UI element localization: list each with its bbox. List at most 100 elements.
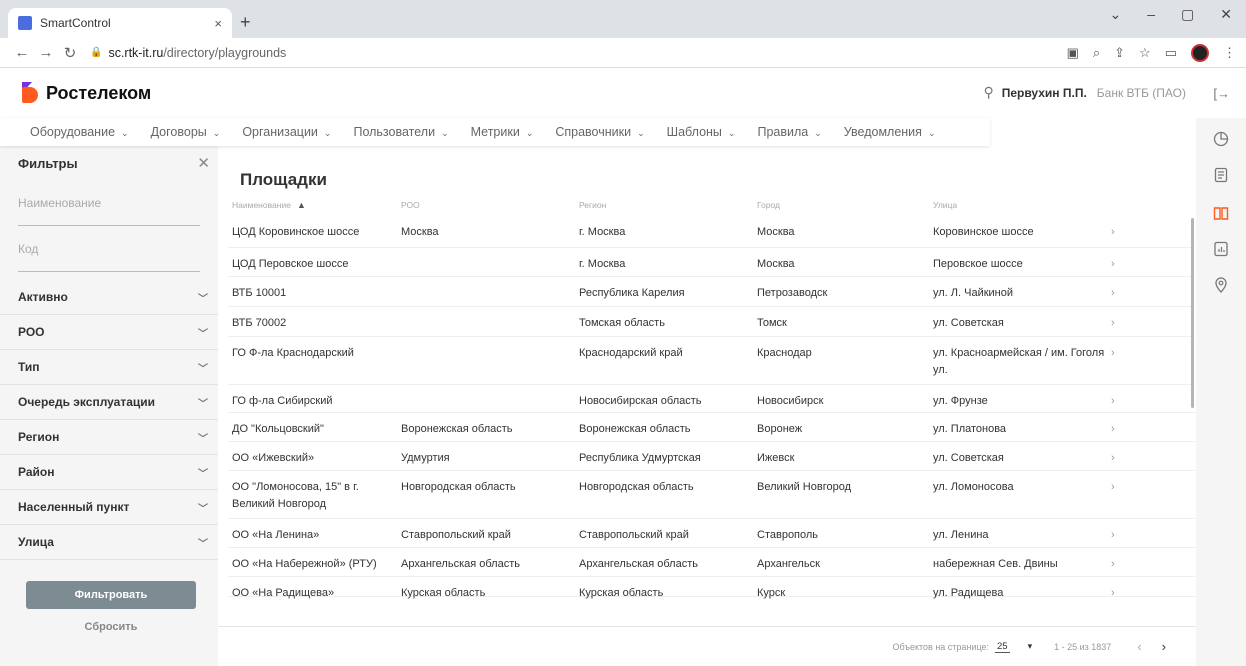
filters-title: Фильтры [18,155,78,171]
report-icon[interactable] [1212,240,1230,258]
row-open-icon[interactable]: › [1107,471,1147,518]
column-header-label: Регион [579,200,607,210]
pie-chart-icon[interactable] [1212,130,1230,148]
location-pin-icon[interactable] [1212,276,1230,294]
row-open-icon[interactable]: › [1107,413,1147,441]
row-open-icon[interactable]: › [1107,337,1147,384]
table-cell-region: Томская область [579,317,665,329]
chevron-down-icon: ﹀ [198,503,208,515]
logo[interactable]: Ростелеком [22,82,151,104]
menu-item-label: Справочники [555,125,632,139]
menu-item[interactable]: Правила ⌄ [757,125,821,139]
row-open-icon[interactable]: › [1107,307,1147,336]
tab-close-icon[interactable]: × [214,16,222,31]
zoom-icon[interactable]: ⌕ [1093,45,1100,61]
column-header[interactable]: Наименование ▲ [228,200,397,216]
menu-item[interactable]: Организации ⌄ [242,125,331,139]
tab-search-icon[interactable]: ⌄ [1110,6,1122,23]
column-header[interactable]: Город [753,200,929,216]
table-row[interactable]: ГО Ф-ла Краснодарский Краснодарский край К… [228,337,1195,385]
url-field[interactable]: 🔒 sc.rtk-it.ru/directory/playgrounds [90,46,286,60]
bookmark-star-icon[interactable]: ☆ [1139,45,1151,61]
filter-dropdown[interactable]: Улица ﹀ [0,525,218,560]
sort-asc-icon[interactable]: ▲ [297,200,306,210]
profile-avatar[interactable] [1191,43,1209,62]
filter-dropdown[interactable]: Населенный пункт ﹀ [0,490,218,525]
document-icon[interactable] [1212,166,1230,184]
table-row[interactable]: ВТБ 70002 Томская область Томск ул. Советск… [228,307,1195,337]
close-window-icon[interactable]: ✕ [1220,6,1232,23]
maximize-icon[interactable]: ▢ [1181,6,1194,23]
menu-item[interactable]: Метрики ⌄ [471,125,534,139]
filter-dropdown[interactable]: Регион ﹀ [0,420,218,455]
per-page-dropdown-icon[interactable]: ▾ [1028,641,1033,652]
forward-icon[interactable]: → [34,44,58,61]
logout-icon[interactable]: [→ [1213,86,1230,101]
browser-tab[interactable]: SmartControl × [8,8,232,38]
row-open-icon[interactable]: › [1107,548,1147,576]
table-cell-region: Новгородская область [579,481,694,493]
table-cell-roo [397,307,575,336]
menu-item[interactable]: Справочники ⌄ [555,125,644,139]
column-header[interactable]: РОО [397,200,575,216]
per-page-label: Объектов на странице: [892,641,990,652]
user-area[interactable]: ⚲ Первухин П.П. Банк ВТБ (ПАО) [983,84,1186,101]
filter-dropdown[interactable]: Очередь эксплуатации ﹀ [0,385,218,420]
table-scrollbar[interactable] [1191,218,1194,408]
row-open-icon[interactable]: › [1107,442,1147,470]
table-body: ЦОД Коровинское шоссе Москва г. Москва Моск… [228,216,1195,599]
row-open-icon[interactable]: › [1107,385,1147,412]
table-cell-roo [397,248,575,276]
name-filter-input[interactable]: Наименование [18,180,200,226]
minimize-icon[interactable]: – [1147,6,1155,23]
column-header[interactable]: Улица [929,200,1107,216]
table-cell-city: Великий Новгород [757,481,852,493]
filter-label: Активно [18,290,68,304]
table-row[interactable]: ОО «Ижевский» Удмуртия Республика Удмуртск… [228,442,1195,471]
next-page-icon[interactable]: › [1162,639,1166,654]
prev-page-icon[interactable]: ‹ [1137,639,1141,654]
table-row[interactable]: ОО «На Ленина» Ставропольский край Ставроп… [228,519,1195,548]
browser-menu-icon[interactable]: ⋮ [1223,45,1236,61]
table-row[interactable]: ДО "Кольцовский" Воронежская область Ворон… [228,413,1195,442]
row-open-icon[interactable]: › [1107,248,1147,276]
filter-dropdown[interactable]: Район ﹀ [0,455,218,490]
new-tab-button[interactable]: + [240,12,251,33]
row-open-icon[interactable]: › [1107,577,1147,599]
table-row[interactable]: ОО "Ломоносова, 15" в г. Великий Новгоро… [228,471,1195,519]
filter-dropdown[interactable]: Активно ﹀ [0,280,218,315]
reset-filter-button[interactable]: Сбросить [26,621,196,633]
table-row[interactable]: ОО «На Набережной» (РТУ) Архангельская об… [228,548,1195,577]
share-icon[interactable]: ⇪ [1114,45,1125,61]
close-filters-icon[interactable]: ✕ [197,154,210,172]
menu-item[interactable]: Уведомления ⌄ [844,125,936,139]
row-open-icon[interactable]: › [1107,216,1147,247]
per-page-select[interactable]: 25 [995,641,1010,653]
menu-item[interactable]: Пользователи ⌄ [353,125,448,139]
table-cell-name: ВТБ 70002 [232,317,287,329]
table-cell-street: ул. Советская [933,452,1004,464]
translate-icon[interactable]: ▣ [1067,45,1079,61]
filter-dropdown[interactable]: Тип ﹀ [0,350,218,385]
row-open-icon[interactable]: › [1107,277,1147,306]
reload-icon[interactable]: ↻ [58,44,82,62]
user-icon: ⚲ [983,84,994,100]
table-cell-city: Архангельск [757,558,820,570]
table-row[interactable]: ЦОД Перовское шоссе г. Москва Москва Перовс… [228,248,1195,277]
filter-label: РОО [18,325,45,339]
sidepanel-icon[interactable]: ▭ [1165,45,1177,61]
table-row[interactable]: ЦОД Коровинское шоссе Москва г. Москва Моск… [228,216,1195,248]
apply-filter-button[interactable]: Фильтровать [26,581,196,609]
menu-item[interactable]: Оборудование ⌄ [30,125,129,139]
table-row[interactable]: ВТБ 10001 Республика Карелия Петрозаводск у… [228,277,1195,307]
table-row[interactable]: ОО «На Радищева» Курская область Курская о… [228,577,1195,599]
book-icon[interactable] [1212,204,1230,222]
menu-item[interactable]: Шаблоны ⌄ [667,125,736,139]
table-row[interactable]: ГО ф-ла Сибирский Новосибирская область Но… [228,385,1195,413]
column-header[interactable]: Регион [575,200,753,216]
filter-dropdown[interactable]: РОО ﹀ [0,315,218,350]
row-open-icon[interactable]: › [1107,519,1147,547]
code-filter-input[interactable]: Код [18,226,200,272]
menu-item[interactable]: Договоры ⌄ [151,125,221,139]
back-icon[interactable]: ← [10,44,34,61]
